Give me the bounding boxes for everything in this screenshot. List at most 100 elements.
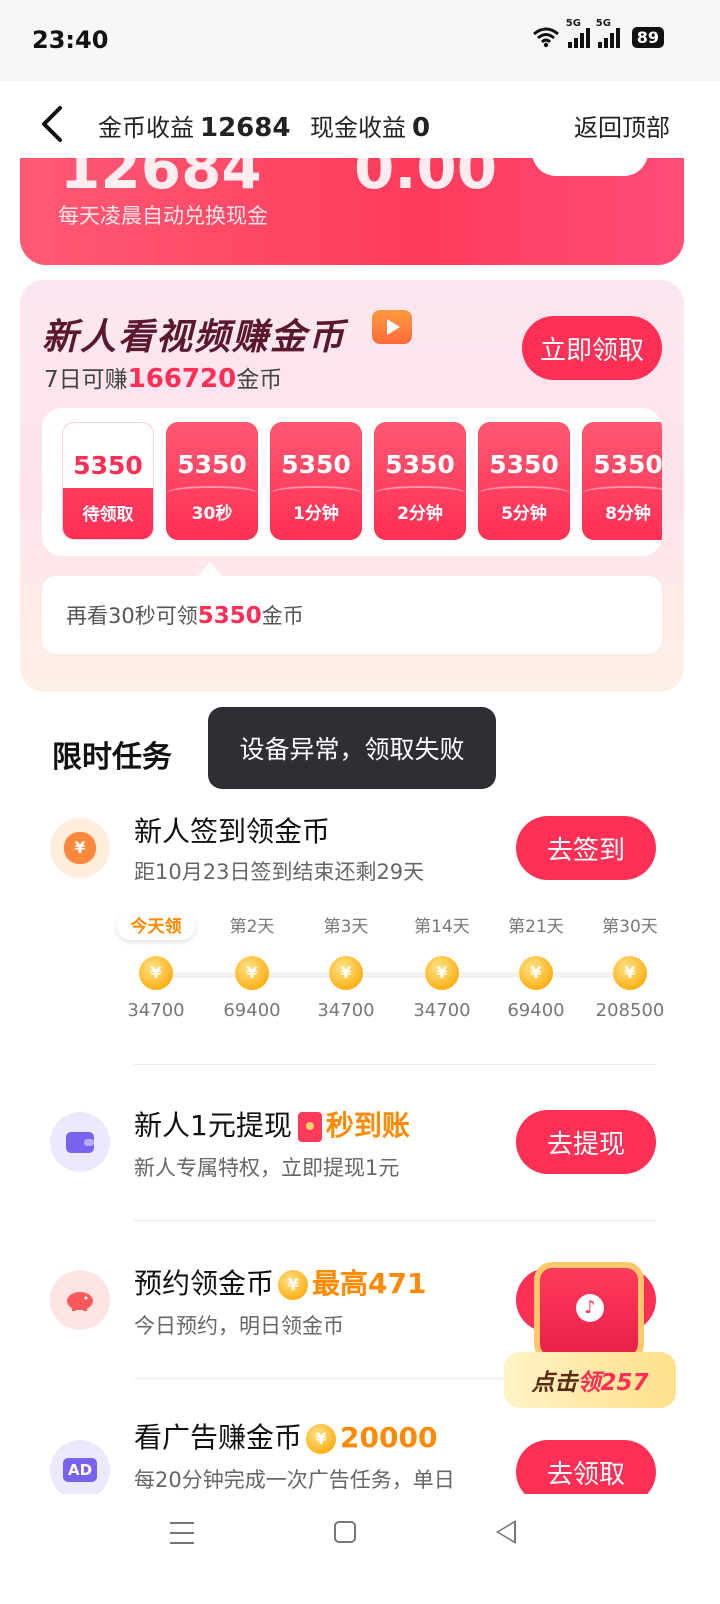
task-title-text: 新人1元提现 [134, 1109, 292, 1142]
task-title: 预约领金币 ¥ 最高471 [134, 1262, 426, 1302]
checkin-day[interactable]: 第14天 ¥ 34700 [407, 914, 477, 1021]
reward-tile-amount: 5350 [593, 450, 662, 479]
tip-suffix: 金币 [261, 604, 304, 628]
task-title: 新人签到领金币 [134, 815, 331, 848]
checkin-day-label: 今天领 [117, 914, 195, 940]
reward-tile-amount: 5350 [177, 450, 247, 479]
tip-prefix: 再看30秒可领 [66, 604, 198, 628]
checkin-day-label: 第2天 [229, 917, 275, 937]
reward-tiles-strip[interactable]: 5350 待领取 5350 30秒 5350 1分钟 5350 2分钟 5350… [42, 408, 662, 556]
treasure-chest-icon[interactable] [534, 1262, 644, 1362]
checkin-timeline: 今天领 ¥ 34700 第2天 ¥ 69400 第3天 ¥ 34700 第14天… [117, 914, 670, 1034]
piggy-bank-icon [50, 1270, 110, 1330]
reward-tile[interactable]: 5350 2分钟 [374, 422, 466, 540]
back-to-top-button[interactable]: 返回顶部 [574, 108, 670, 143]
reward-tile-label: 1分钟 [293, 504, 339, 524]
checkin-day-label: 第21天 [508, 917, 564, 937]
back-triangle-icon[interactable] [496, 1520, 516, 1544]
status-icons: 5G 5G 89 [532, 18, 664, 48]
checkin-amount: 69400 [223, 1000, 281, 1021]
menu-icon[interactable] [170, 1522, 194, 1544]
checkin-day-label: 第3天 [323, 917, 369, 937]
withdraw-pill-button[interactable] [532, 158, 648, 176]
checkin-amount: 34700 [413, 1000, 471, 1021]
chest-highlight: 领257 [577, 1370, 649, 1396]
reward-tile[interactable]: 5350 待领取 [62, 422, 154, 540]
checkin-day[interactable]: 第21天 ¥ 69400 [501, 914, 571, 1021]
reward-tile-label: 待领取 [82, 505, 134, 525]
earnings-card: 12684 0.00 每天凌晨自动兑换现金 [20, 158, 684, 265]
coin-earnings-value: 12684 [200, 113, 291, 143]
system-nav-bar [0, 1494, 720, 1604]
chest-reward-pill[interactable]: 点击 领257 [504, 1352, 676, 1408]
header: 金币收益 12684 现金收益 0 返回顶部 [0, 82, 720, 166]
video-sub-prefix: 7日可赚 [44, 367, 128, 393]
reward-tile-amount: 5350 [385, 450, 455, 479]
reward-tile-label: 2分钟 [397, 504, 443, 524]
status-bar: 23:40 5G 5G 89 [0, 0, 720, 82]
task-divider [134, 1064, 656, 1065]
checkin-amount: 208500 [595, 1000, 665, 1021]
checkin-amount: 34700 [127, 1000, 185, 1021]
coin-stack-icon: ¥ [613, 956, 647, 990]
coin-earnings-label: 金币收益 [98, 114, 194, 142]
claim-now-button[interactable]: 立即领取 [522, 316, 662, 380]
checkin-day[interactable]: 第3天 ¥ 34700 [311, 914, 381, 1021]
reward-tile-amount: 5350 [489, 450, 559, 479]
task-title-extra: 20000 [340, 1421, 438, 1454]
video-sub-suffix: 金币 [236, 367, 283, 393]
tv-play-icon [372, 310, 412, 344]
withdraw-button[interactable]: 去提现 [516, 1110, 656, 1174]
video-reward-card: 新人看视频赚金币 7日可赚166720金币 立即领取 5350 待领取 5350… [20, 280, 684, 692]
error-toast: 设备异常，领取失败 [208, 707, 496, 789]
coin-icon: ¥ [139, 956, 173, 990]
task-title: 看广告赚金币 ¥20000 [134, 1416, 437, 1456]
chest-prefix: 点击 [531, 1370, 578, 1396]
reward-tile[interactable]: 5350 8分钟 [582, 422, 662, 540]
task-desc: 距10月23日签到结束还剩29天 [134, 860, 425, 884]
task-desc: 新人专属特权，立即提现1元 [134, 1156, 400, 1180]
wallet-glyph [66, 1132, 94, 1153]
sign-in-button[interactable]: 去签到 [516, 816, 656, 880]
task-title-text: 预约领金币 [134, 1267, 275, 1300]
reward-tile[interactable]: 5350 1分钟 [270, 422, 362, 540]
ad-badge: AD [62, 1458, 98, 1482]
checkin-day-label: 第30天 [602, 917, 658, 937]
reward-tile-amount: 5350 [73, 451, 143, 480]
video-card-subtitle: 7日可赚166720金币 [44, 360, 282, 394]
task-title-extra: 最高471 [312, 1267, 427, 1300]
signal-icon-2: 5G [596, 18, 620, 48]
red-packet-icon [297, 1112, 322, 1142]
video-sub-amount: 166720 [127, 364, 237, 394]
tip-amount: 5350 [197, 603, 262, 629]
task-title-extra: 秒到账 [325, 1109, 410, 1142]
coin-icon: ¥ [278, 1270, 309, 1300]
reward-tile[interactable]: 5350 30秒 [166, 422, 258, 540]
coin-icon: ¥ [425, 956, 459, 990]
cash-big-value: 0.00 [354, 158, 498, 202]
home-icon[interactable] [334, 1521, 356, 1543]
coin-icon: ¥ [235, 956, 269, 990]
cash-earnings-value: 0 [412, 113, 431, 143]
wifi-icon [532, 27, 559, 48]
back-arrow-icon[interactable] [34, 104, 74, 144]
cash-earnings-label: 现金收益 [310, 114, 406, 142]
coin-big-value: 12684 [60, 158, 262, 202]
checkin-day[interactable]: 第30天 ¥ 208500 [595, 914, 665, 1021]
signal-label: 5G [565, 18, 581, 29]
task-title-text: 看广告赚金币 [134, 1421, 303, 1454]
checkin-day-label: 第14天 [414, 917, 470, 937]
wallet-icon [50, 1112, 110, 1172]
coin-earnings: 金币收益 12684 [98, 108, 290, 143]
checkin-day[interactable]: 今天领 ¥ 34700 [117, 914, 195, 1021]
task-desc: 每20分钟完成一次广告任务，单日 [134, 1468, 455, 1492]
checkin-day[interactable]: 第2天 ¥ 69400 [217, 914, 287, 1021]
battery-icon: 89 [631, 26, 664, 48]
coin-icon: ¥ [306, 1424, 337, 1454]
ad-icon: AD [50, 1440, 110, 1500]
reward-tile[interactable]: 5350 5分钟 [478, 422, 570, 540]
checkin-amount: 69400 [507, 1000, 565, 1021]
reward-tile-amount: 5350 [281, 450, 351, 479]
video-card-title: 新人看视频赚金币 [42, 317, 347, 358]
status-time: 23:40 [32, 26, 109, 54]
